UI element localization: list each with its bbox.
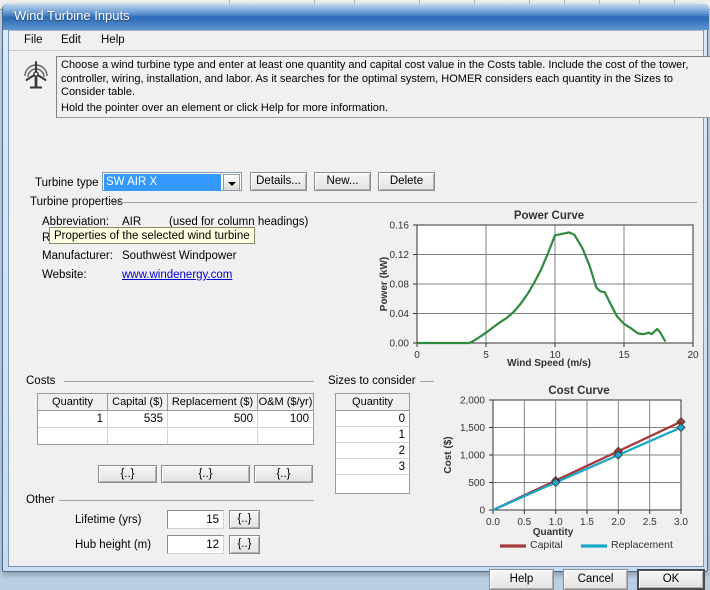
window-title: Wind Turbine Inputs: [14, 8, 130, 23]
svg-text:3.0: 3.0: [674, 517, 688, 528]
cost-curve-plot: 0 500 1,000 1,500 2,000 0.0 0.5 1.0 1.5 …: [443, 396, 688, 529]
svg-text:1,000: 1,000: [460, 451, 485, 462]
costs-cell-quantity-empty[interactable]: [38, 428, 108, 444]
details-button[interactable]: Details...: [250, 172, 307, 191]
costs-header-capital: Capital ($): [108, 394, 168, 411]
cost-curve-xlabel: Quantity: [532, 527, 574, 538]
legend-label-capital: Capital: [530, 539, 563, 551]
costs-cell-capital[interactable]: 535: [108, 411, 168, 428]
costs-group-title: Costs: [23, 375, 59, 387]
description-panel: Choose a wind turbine type and enter at …: [56, 56, 710, 118]
costs-cell-quantity[interactable]: 1: [38, 411, 108, 428]
costs-cell-om[interactable]: 100: [258, 411, 313, 428]
lifetime-curve-button[interactable]: {..}: [229, 510, 260, 529]
power-curve-xlabel: Wind Speed (m/s): [507, 358, 591, 369]
costs-header-om: O&M ($/yr): [258, 394, 313, 411]
wind-turbine-icon: [24, 61, 48, 89]
lifetime-label: Lifetime (yrs): [75, 514, 142, 526]
svg-text:0: 0: [479, 506, 485, 517]
new-button[interactable]: New...: [314, 172, 371, 191]
hub-height-input[interactable]: 12: [167, 535, 224, 554]
costs-cell-capital-empty[interactable]: [108, 428, 168, 444]
help-button[interactable]: Help: [489, 569, 554, 590]
costs-header-quantity: Quantity: [38, 394, 108, 411]
description-paragraph-1: Choose a wind turbine type and enter at …: [61, 59, 689, 98]
sizes-cell-3[interactable]: 3: [336, 459, 409, 475]
sizes-header-quantity: Quantity: [336, 394, 409, 411]
other-group-line: [59, 500, 314, 501]
lifetime-input[interactable]: 15: [167, 510, 224, 529]
svg-text:1,500: 1,500: [460, 423, 485, 434]
website-link[interactable]: www.windenergy.com: [122, 269, 232, 281]
menu-item-help[interactable]: Help: [94, 33, 132, 48]
svg-text:0.04: 0.04: [390, 309, 410, 320]
tooltip: Properties of the selected wind turbine: [49, 227, 255, 244]
sizes-cell-1[interactable]: 1: [336, 427, 409, 443]
svg-text:20: 20: [687, 350, 699, 361]
costs-header-replacement: Replacement ($): [168, 394, 258, 411]
turbine-type-label: Turbine type: [35, 177, 99, 189]
sizes-group-title: Sizes to consider: [325, 375, 419, 387]
legend-swatch-capital: [500, 544, 526, 548]
svg-text:0.08: 0.08: [390, 280, 410, 291]
costs-cell-replacement-empty[interactable]: [168, 428, 258, 444]
svg-text:Power (kW): Power (kW): [379, 257, 390, 311]
svg-text:500: 500: [468, 478, 485, 489]
turbine-type-selected-value: SW AIR X: [104, 174, 221, 191]
legend-label-replacement: Replacement: [611, 539, 673, 551]
power-curve-plot: 0.00 0.04 0.08 0.12 0.16 0 5 10 15 20 Po…: [379, 221, 699, 362]
svg-text:0.12: 0.12: [390, 250, 410, 261]
hub-height-label: Hub height (m): [75, 539, 152, 551]
legend-swatch-replacement: [581, 544, 607, 548]
menu-bar: File Edit Help: [9, 31, 703, 51]
costs-om-curve-button[interactable]: {..}: [254, 465, 313, 483]
chevron-down-icon[interactable]: [223, 174, 240, 191]
manufacturer-value: Southwest Windpower: [122, 250, 237, 262]
sizes-to-consider-table[interactable]: Quantity 0 1 2 3: [335, 393, 410, 494]
menu-item-edit[interactable]: Edit: [54, 33, 88, 48]
svg-text:Cost ($): Cost ($): [443, 436, 454, 473]
costs-cell-replacement[interactable]: 500: [168, 411, 258, 428]
turbine-type-combobox[interactable]: SW AIR X: [102, 172, 242, 191]
title-bar[interactable]: Wind Turbine Inputs: [3, 4, 709, 30]
delete-button[interactable]: Delete: [378, 172, 435, 191]
wind-turbine-inputs-dialog: Wind Turbine Inputs File Edit Help Choos…: [2, 4, 710, 590]
website-label: Website:: [42, 269, 87, 281]
cancel-button[interactable]: Cancel: [563, 569, 628, 590]
sizes-cell-2[interactable]: 2: [336, 443, 409, 459]
sizes-group-line: [420, 381, 434, 382]
turbine-properties-group-line: [109, 202, 697, 203]
svg-text:2,000: 2,000: [460, 396, 485, 407]
hub-height-curve-button[interactable]: {..}: [229, 535, 260, 554]
svg-text:0: 0: [414, 350, 420, 361]
costs-group-line: [64, 381, 314, 382]
costs-table[interactable]: Quantity Capital ($) Replacement ($) O&M…: [37, 393, 314, 445]
costs-cell-om-empty[interactable]: [258, 428, 313, 444]
svg-text:0.00: 0.00: [390, 339, 410, 350]
costs-replacement-curve-button[interactable]: {..}: [161, 465, 250, 483]
manufacturer-label: Manufacturer:: [42, 250, 113, 262]
sizes-cell-0[interactable]: 0: [336, 411, 409, 427]
ok-button[interactable]: OK: [637, 569, 705, 590]
sizes-cell-empty[interactable]: [336, 475, 409, 493]
other-group-title: Other: [23, 494, 58, 506]
costs-capital-curve-button[interactable]: {..}: [98, 465, 157, 483]
dialog-client-area: File Edit Help Choose a wind turbine typ…: [8, 30, 710, 590]
svg-text:0.16: 0.16: [390, 221, 410, 232]
description-paragraph-2: Hold the pointer over an element or clic…: [61, 102, 389, 114]
menu-item-file[interactable]: File: [17, 33, 50, 48]
